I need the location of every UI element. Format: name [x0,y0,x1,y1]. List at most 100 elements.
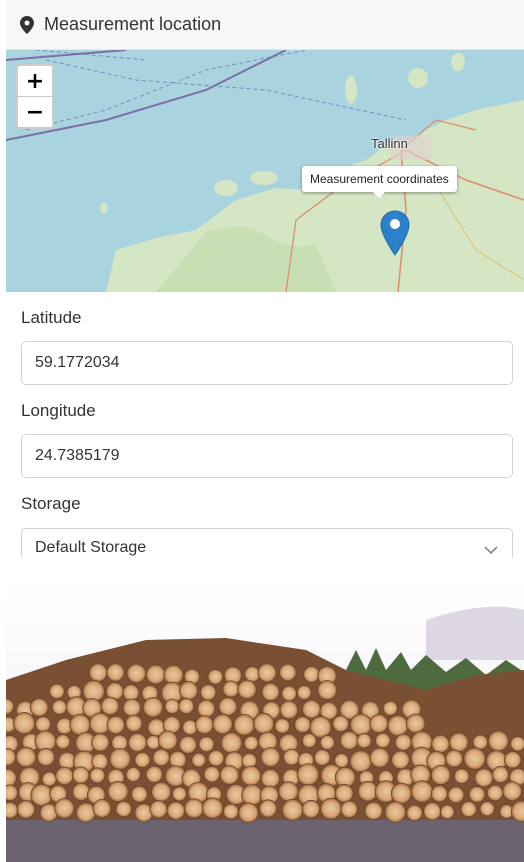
log-end [274,717,291,734]
log-end [164,698,180,715]
log-end [474,768,494,788]
log-end [296,685,312,701]
header-title: Measurement location [44,14,222,34]
log-end [301,733,317,749]
log-end [260,747,281,768]
log-end [134,751,151,768]
log-end [51,699,68,715]
log-end [233,713,256,736]
log-end [257,663,277,683]
log-end [122,698,142,717]
storage-selected-value: Default Storage [35,539,147,556]
chevron-down-icon [484,546,498,555]
log-end [356,732,372,749]
log-end [491,766,510,784]
log-end [319,734,335,751]
map-pin-icon[interactable] [380,210,410,256]
longitude-label: Longitude [21,401,96,420]
log-end [100,696,120,716]
log-end [281,685,298,702]
log-end [487,730,509,752]
log-end [261,682,280,702]
log-end [88,663,108,682]
log-end [282,748,301,766]
log-end [301,799,321,819]
log-end [334,783,354,803]
log-end [294,716,312,734]
storage-select[interactable]: Default Storage [21,528,513,558]
log-end [126,663,147,684]
log-end [405,713,426,734]
log-end [448,732,469,753]
zoom-in-button[interactable]: + [18,66,52,96]
log-end [222,680,240,698]
storage-label: Storage [21,494,81,513]
zoom-control: + − [16,64,54,129]
log-end [253,712,275,734]
log-end [171,786,187,802]
log-end [387,714,409,737]
log-end [406,804,423,822]
log-end [313,749,331,766]
log-end [218,697,238,717]
log-end [182,719,198,736]
log-end [384,801,407,823]
log-end [423,802,442,821]
log-end [29,698,49,717]
log-end [145,664,166,685]
log-end [447,786,465,804]
log-end [6,801,19,819]
log-end [13,711,36,735]
log-end [166,801,186,820]
log-end [510,736,524,752]
log-end [460,800,477,818]
log-end [369,747,390,768]
log-end [6,784,19,802]
log-end [71,766,90,785]
longitude-input[interactable] [21,434,513,478]
log-end [72,782,91,801]
log-end [109,747,131,770]
log-end [243,735,259,751]
log-end [222,803,239,820]
log-end [260,768,281,789]
log-end [502,781,523,802]
latitude-input[interactable] [21,341,513,385]
map-marker-icon [20,15,34,34]
log-end [91,733,110,752]
log-end [301,699,322,719]
log-end [281,798,304,821]
log-end [199,684,217,701]
log-end [303,666,320,683]
log-end [178,698,195,715]
log-end [445,749,464,768]
log-end [151,781,172,802]
log-end [36,747,56,767]
log-end [369,714,389,734]
log-end [207,749,225,767]
log-end [391,750,410,770]
log-end [332,715,350,733]
log-end [374,732,391,749]
log-end [203,765,221,783]
log-end [503,751,522,769]
log-end [296,763,320,786]
log-end [430,785,448,803]
log-end [201,797,224,819]
log-end [196,699,216,718]
zoom-out-button[interactable]: − [18,96,52,127]
log-end [55,734,71,750]
log-end [149,800,168,819]
log-end [430,764,451,786]
log-end [453,768,470,785]
log-end [339,730,359,750]
log-end [49,683,65,700]
log-end [390,782,412,804]
map[interactable]: + − Tallinn Measurement coordinates [6,50,524,292]
timber-log-pile-photo [6,580,524,862]
log-end [127,732,148,753]
log-end [320,797,342,820]
log-end [198,736,215,753]
log-end [259,799,278,818]
log-end [468,785,486,803]
